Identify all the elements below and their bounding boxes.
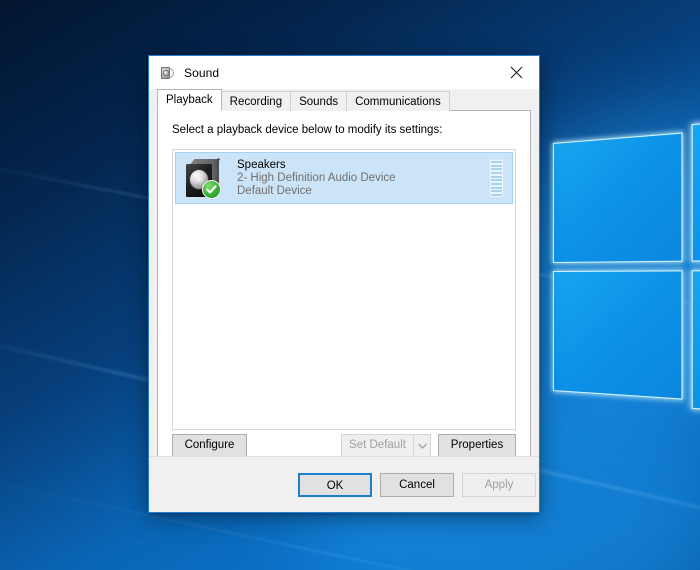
playback-device-list[interactable]: Speakers 2- High Definition Audio Device… bbox=[172, 149, 516, 430]
logo-pane-top-left bbox=[553, 132, 683, 263]
set-default-button[interactable]: Set Default bbox=[341, 434, 413, 457]
device-status: Default Device bbox=[237, 184, 312, 197]
dialog-footer: OK Cancel Apply bbox=[149, 456, 539, 512]
playback-tab-panel: Select a playback device below to modify… bbox=[157, 110, 531, 470]
speaker-icon bbox=[159, 65, 175, 81]
tab-strip: Playback Recording Sounds Communications bbox=[157, 89, 539, 111]
dialog-title: Sound bbox=[184, 65, 220, 80]
volume-level-meter bbox=[489, 159, 504, 198]
ok-button[interactable]: OK bbox=[298, 473, 372, 497]
cancel-button[interactable]: Cancel bbox=[380, 473, 454, 497]
speaker-device-icon bbox=[182, 155, 228, 201]
tab-sounds[interactable]: Sounds bbox=[290, 91, 348, 111]
tab-playback[interactable]: Playback bbox=[157, 89, 222, 111]
properties-button[interactable]: Properties bbox=[438, 434, 516, 457]
device-name: Speakers bbox=[237, 158, 286, 171]
device-text-block: Speakers 2- High Definition Audio Device… bbox=[237, 159, 396, 198]
tab-recording[interactable]: Recording bbox=[220, 91, 292, 111]
device-description: 2- High Definition Audio Device bbox=[237, 171, 396, 184]
dialog-titlebar: Sound bbox=[149, 56, 539, 89]
configure-button[interactable]: Configure bbox=[172, 434, 247, 457]
logo-pane-top-right bbox=[691, 111, 700, 262]
chevron-down-icon[interactable] bbox=[413, 434, 431, 457]
logo-pane-bottom-right bbox=[691, 269, 700, 420]
windows-logo bbox=[553, 111, 700, 420]
apply-button[interactable]: Apply bbox=[462, 473, 536, 497]
check-circle-icon bbox=[202, 180, 221, 199]
sound-dialog: Sound Playback Recording Sounds Communic… bbox=[148, 55, 540, 513]
set-default-split-button: Set Default bbox=[341, 434, 431, 457]
device-action-buttons: Configure Set Default Properties bbox=[172, 434, 516, 457]
logo-pane-bottom-left bbox=[553, 270, 683, 400]
instruction-label: Select a playback device below to modify… bbox=[172, 124, 443, 136]
close-icon[interactable] bbox=[494, 56, 539, 89]
tab-communications[interactable]: Communications bbox=[346, 91, 450, 111]
device-list-item-speakers[interactable]: Speakers 2- High Definition Audio Device… bbox=[175, 152, 513, 204]
